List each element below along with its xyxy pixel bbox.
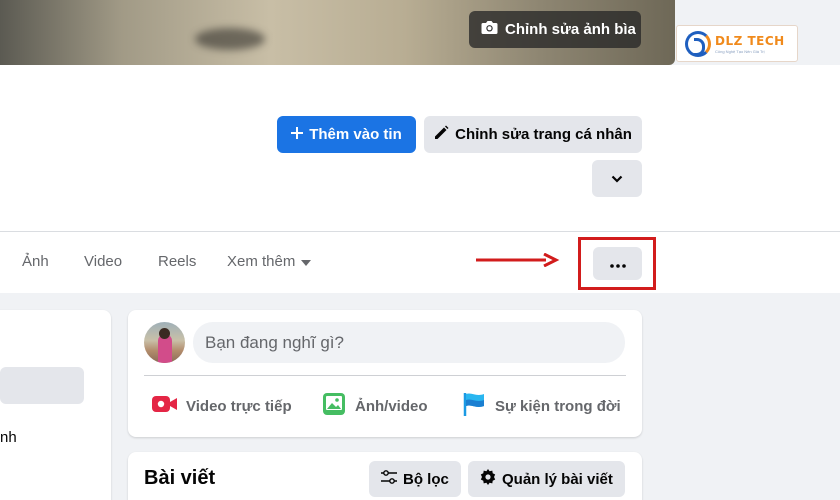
logo-mark-icon xyxy=(685,30,711,57)
tab-reels[interactable]: Reels xyxy=(158,253,196,270)
posts-section: Bài viết Bộ lọc Quản lý bài viết xyxy=(128,452,642,500)
photo-video-button[interactable]: Ảnh/video xyxy=(323,392,428,420)
profile-tabs: Ảnh Video Reels Xem thêm xyxy=(0,232,840,292)
post-composer: Video trực tiếp Ảnh/video Sự kiện trong … xyxy=(128,310,642,437)
manage-posts-label: Quản lý bài viết xyxy=(502,470,613,488)
add-to-story-button[interactable]: Thêm vào tin xyxy=(277,116,416,153)
annotation-highlight-box xyxy=(578,237,656,290)
camera-icon xyxy=(481,20,498,39)
cover-image-detail xyxy=(195,28,265,50)
avatar-head xyxy=(159,328,170,339)
manage-posts-button[interactable]: Quản lý bài viết xyxy=(468,461,625,497)
edit-cover-photo-button[interactable]: Chỉnh sửa ảnh bìa xyxy=(469,11,641,48)
add-to-story-label: Thêm vào tin xyxy=(309,126,402,143)
annotation-arrow-icon xyxy=(476,253,560,267)
live-video-icon xyxy=(152,394,178,418)
live-video-label: Video trực tiếp xyxy=(186,397,292,415)
expand-button[interactable] xyxy=(592,160,642,197)
profile-header: Thêm vào tin Chỉnh sửa trang cá nhân Ảnh… xyxy=(0,65,840,293)
posts-title: Bài viết xyxy=(144,467,216,489)
filter-button[interactable]: Bộ lọc xyxy=(369,461,461,497)
composer-divider xyxy=(144,375,626,376)
live-video-button[interactable]: Video trực tiếp xyxy=(152,392,292,420)
chevron-down-icon xyxy=(611,170,623,187)
tab-see-more[interactable]: Xem thêm xyxy=(227,253,312,270)
edit-profile-button[interactable]: Chỉnh sửa trang cá nhân xyxy=(424,116,642,153)
edit-cover-photo-label: Chỉnh sửa ảnh bìa xyxy=(505,21,636,38)
intro-card: nh xyxy=(0,310,111,500)
tab-photos[interactable]: Ảnh xyxy=(22,253,49,270)
life-event-label: Sự kiện trong đời xyxy=(495,397,621,415)
flag-icon xyxy=(461,391,487,421)
pencil-icon xyxy=(434,125,449,144)
tab-see-more-label: Xem thêm xyxy=(227,253,296,270)
gear-icon xyxy=(480,469,496,489)
caret-down-icon xyxy=(301,253,312,270)
photo-video-label: Ảnh/video xyxy=(355,397,428,415)
logo-tagline: Công Nghệ Tạo Nên Giá Trị xyxy=(715,48,765,54)
brand-logo: DLZ TECH Công Nghệ Tạo Nên Giá Trị xyxy=(676,25,798,62)
whats-on-your-mind-input[interactable] xyxy=(193,322,625,363)
photo-icon xyxy=(323,392,347,420)
intro-card-button[interactable] xyxy=(0,367,84,404)
edit-profile-label: Chỉnh sửa trang cá nhân xyxy=(455,126,632,143)
filter-icon xyxy=(381,470,397,488)
avatar[interactable] xyxy=(144,322,185,363)
tab-video[interactable]: Video xyxy=(84,253,122,270)
filter-label: Bộ lọc xyxy=(403,470,449,488)
intro-card-text: nh xyxy=(0,429,17,446)
plus-icon xyxy=(291,126,304,143)
logo-name: DLZ TECH xyxy=(715,33,785,48)
life-event-button[interactable]: Sự kiện trong đời xyxy=(461,392,621,420)
cover-photo: Chỉnh sửa ảnh bìa xyxy=(0,0,675,65)
